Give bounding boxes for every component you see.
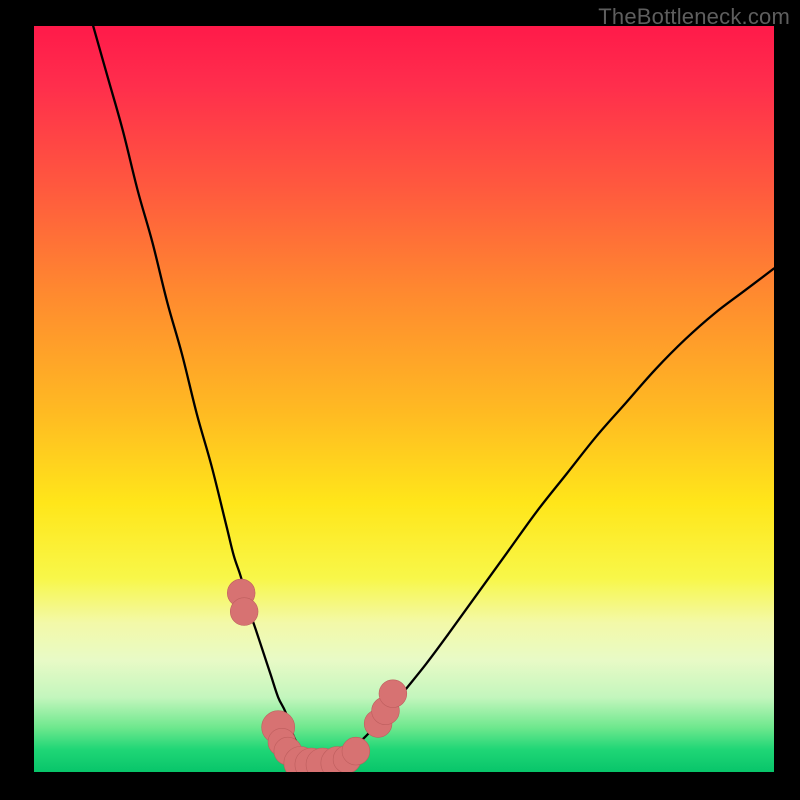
data-dot — [230, 598, 258, 626]
dots-group — [227, 579, 406, 772]
watermark-text: TheBottleneck.com — [598, 4, 790, 30]
curve-left-branch — [93, 26, 315, 766]
plot-area — [34, 26, 774, 772]
data-dot — [379, 680, 407, 708]
chart-svg — [34, 26, 774, 772]
chart-frame: TheBottleneck.com — [0, 0, 800, 800]
curve-group — [93, 26, 774, 766]
data-dot — [342, 737, 370, 765]
